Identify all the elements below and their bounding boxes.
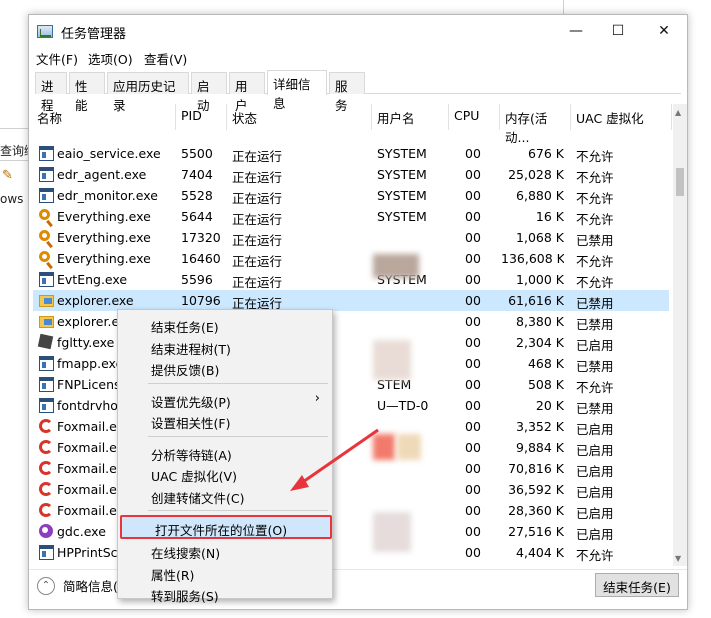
annotation-overlay bbox=[290, 428, 379, 491]
screenshot-stage: 查询绑 ✎ ows 任务管理器 — ☐ ✕ 文件(F) 选项(O) 查看(V) … bbox=[0, 0, 711, 618]
annotation-arrow-head bbox=[290, 475, 309, 491]
annotation-arrow-line bbox=[299, 428, 379, 486]
